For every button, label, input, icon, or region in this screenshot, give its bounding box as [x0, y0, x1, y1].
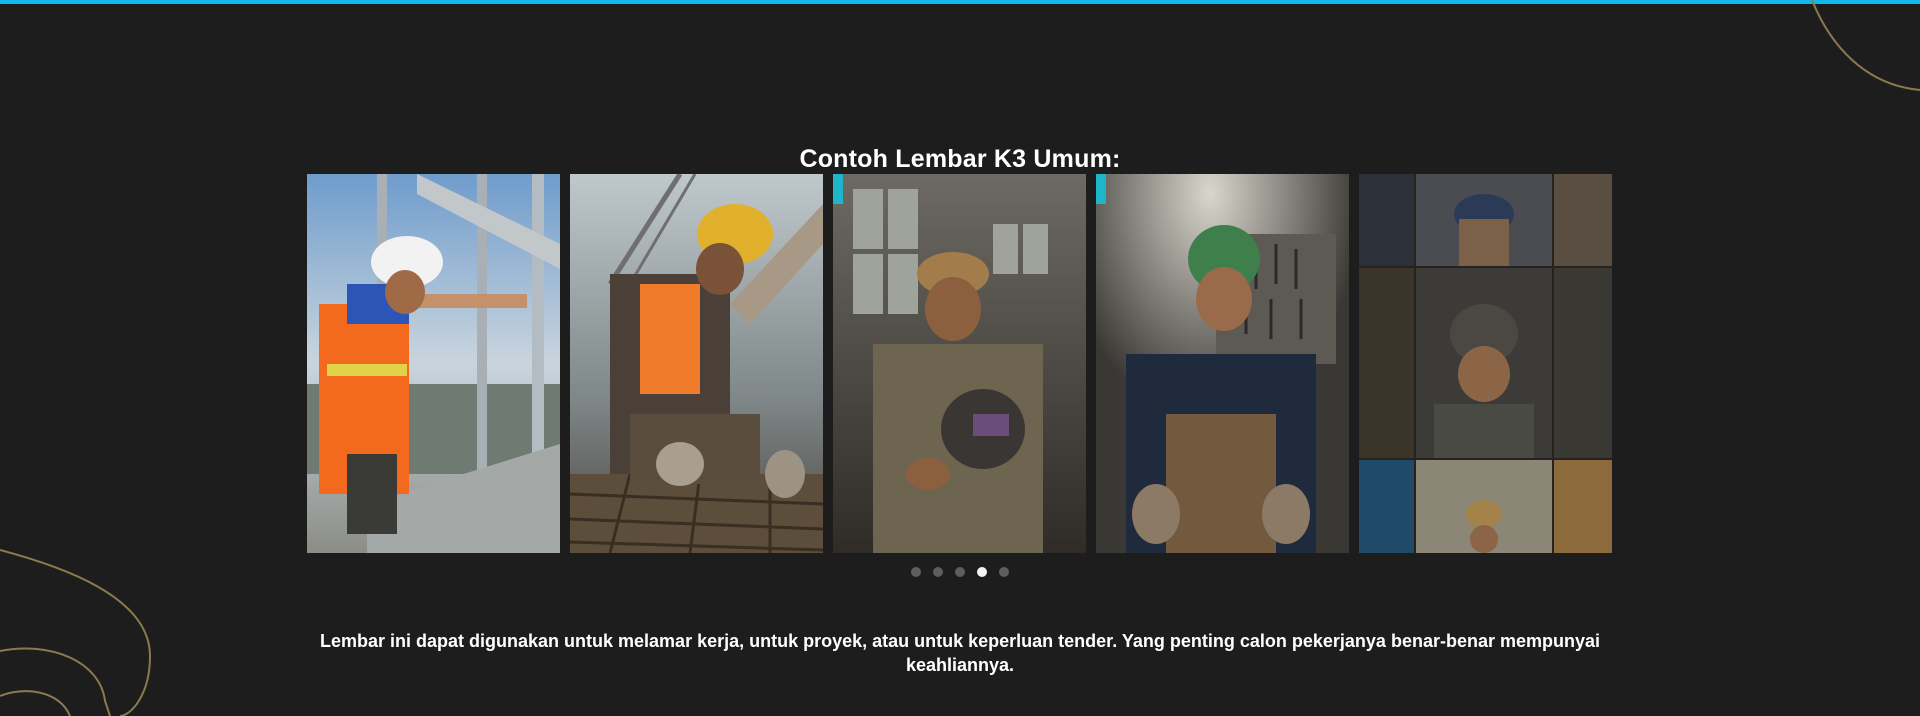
decorative-curve-top-right — [1811, 0, 1920, 91]
section-title: Contoh Lembar K3 Umum: — [799, 144, 1121, 173]
slide-image-welder-green-helmet — [1096, 174, 1349, 553]
image-carousel[interactable] — [307, 174, 1612, 553]
section-caption: Lembar ini dapat digunakan untuk melamar… — [320, 631, 1601, 675]
carousel-dot-5[interactable] — [999, 567, 1009, 577]
decorative-curves-bottom-left — [0, 549, 152, 716]
slide-image-construction-worker-white-helmet — [307, 174, 560, 553]
slide-image-welder-holding-mask — [833, 174, 1086, 553]
carousel-slide-3[interactable] — [833, 174, 1086, 553]
carousel-dot-4[interactable] — [977, 567, 987, 577]
carousel-pagination — [0, 567, 1920, 577]
carousel-slide-2[interactable] — [570, 174, 823, 553]
carousel-dot-3[interactable] — [955, 567, 965, 577]
carousel-slide-1[interactable] — [307, 174, 560, 553]
carousel-dot-2[interactable] — [933, 567, 943, 577]
slide-image-worker-collage — [1359, 174, 1612, 553]
carousel-dot-1[interactable] — [911, 567, 921, 577]
top-accent-bar — [0, 0, 1920, 4]
carousel-slide-5[interactable] — [1359, 174, 1612, 553]
carousel-slide-4[interactable] — [1096, 174, 1349, 553]
slide-image-rebar-worker-yellow-helmet — [570, 174, 823, 553]
